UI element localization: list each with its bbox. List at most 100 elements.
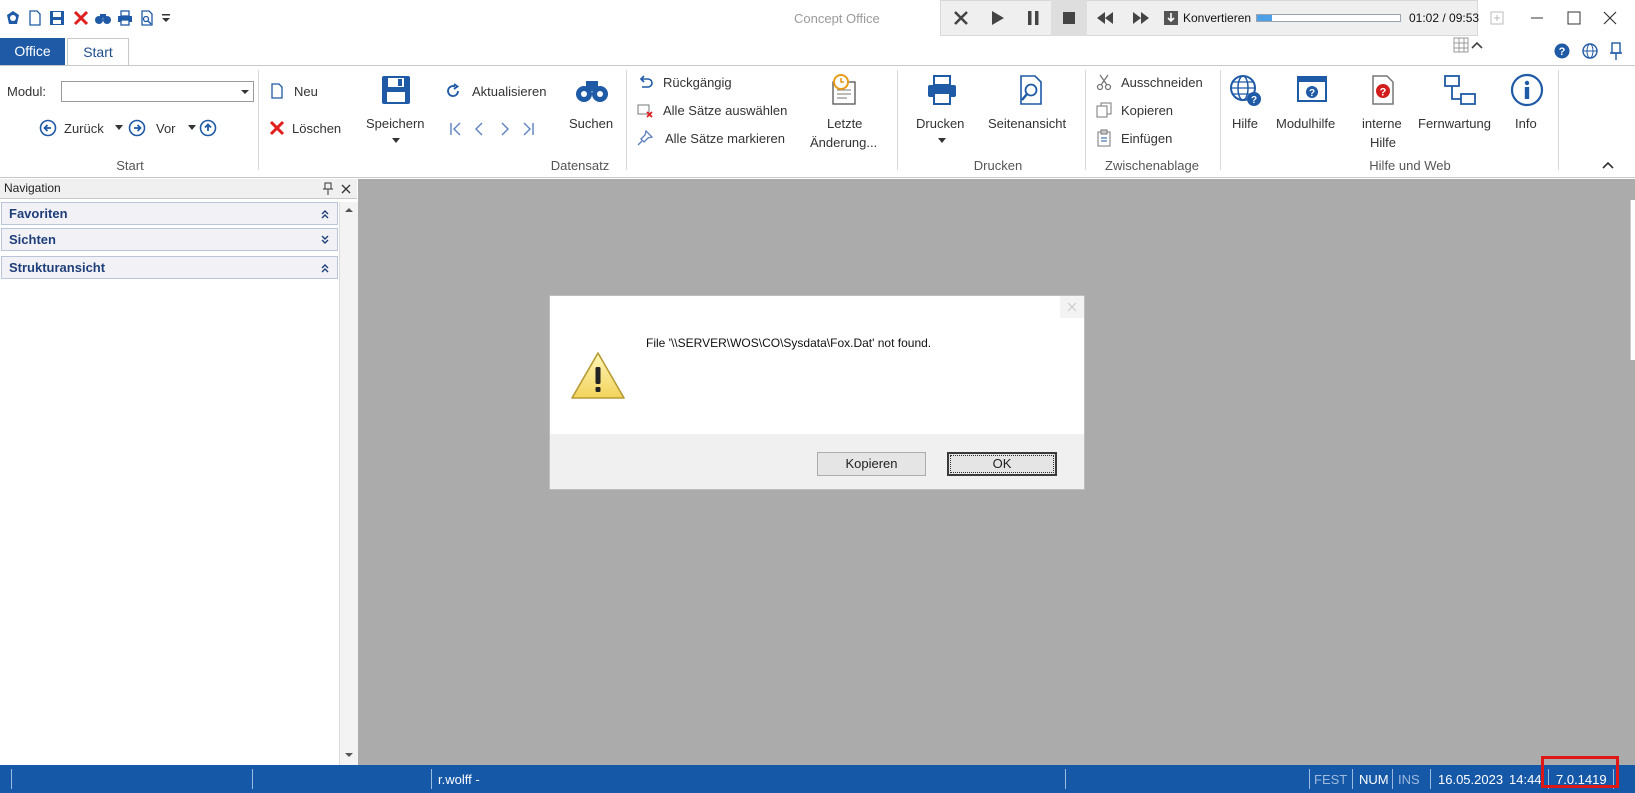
double-chevron-up-icon[interactable] bbox=[320, 208, 330, 220]
new-document-icon[interactable] bbox=[26, 9, 44, 27]
web-help-icon[interactable]: ? bbox=[1228, 73, 1262, 107]
window-close-icon[interactable] bbox=[1600, 8, 1620, 28]
last-change-icon[interactable] bbox=[827, 73, 861, 107]
scissors-icon[interactable] bbox=[1095, 73, 1113, 91]
chevron-down-icon[interactable] bbox=[240, 88, 250, 96]
page-view-button[interactable]: Seitenansicht bbox=[988, 116, 1066, 131]
double-chevron-up-icon[interactable] bbox=[320, 262, 330, 274]
forward-button[interactable]: Vor bbox=[156, 121, 176, 136]
stop-icon[interactable] bbox=[1051, 0, 1087, 36]
double-chevron-down-icon[interactable] bbox=[320, 234, 330, 246]
status-separator bbox=[1309, 769, 1310, 789]
maximize-icon[interactable] bbox=[1564, 8, 1584, 28]
copy-message-button[interactable]: Kopieren bbox=[817, 452, 926, 476]
minimize-icon[interactable] bbox=[1527, 8, 1547, 28]
remote-maintenance-button[interactable]: Fernwartung bbox=[1418, 116, 1491, 131]
printer-icon[interactable] bbox=[925, 73, 959, 107]
ribbon-collapse-icon[interactable] bbox=[1601, 160, 1615, 170]
restore-down-icon[interactable] bbox=[1490, 11, 1504, 25]
copy-icon[interactable] bbox=[1095, 101, 1113, 119]
internal-help-label-line2[interactable]: Hilfe bbox=[1370, 135, 1396, 150]
close-icon[interactable] bbox=[943, 0, 979, 36]
app-title: Concept Office bbox=[794, 11, 880, 26]
save-button[interactable]: Speichern bbox=[366, 116, 425, 131]
pin-pane-icon[interactable] bbox=[322, 182, 334, 196]
navigation-scrollbar[interactable] bbox=[339, 202, 358, 765]
refresh-button[interactable]: Aktualisieren bbox=[472, 84, 546, 99]
convert-label[interactable]: Konvertieren bbox=[1183, 11, 1251, 25]
forward-dropdown-icon[interactable] bbox=[188, 125, 196, 131]
undo-icon[interactable] bbox=[636, 73, 654, 91]
delete-button[interactable]: Löschen bbox=[292, 121, 341, 136]
nav-section-sichten[interactable]: Sichten bbox=[1, 228, 338, 251]
back-arrow-icon[interactable] bbox=[39, 119, 57, 137]
pause-icon[interactable] bbox=[1015, 0, 1051, 36]
delete-x-icon[interactable] bbox=[268, 119, 286, 137]
select-all-icon[interactable] bbox=[636, 101, 654, 119]
modul-label: Modul: bbox=[7, 84, 47, 99]
last-change-label-line1[interactable]: Letzte bbox=[827, 116, 862, 131]
new-button[interactable]: Neu bbox=[294, 84, 318, 99]
record-navigation bbox=[448, 121, 538, 137]
mark-all-records-button[interactable]: Alle Sätze markieren bbox=[665, 131, 785, 146]
mark-pin-icon[interactable] bbox=[636, 129, 654, 147]
dialog-close-icon[interactable] bbox=[1060, 296, 1084, 318]
tab-office[interactable]: Office bbox=[0, 38, 65, 65]
save-dropdown-icon[interactable] bbox=[392, 138, 400, 144]
refresh-icon[interactable] bbox=[444, 82, 462, 100]
grid-icon[interactable] bbox=[1453, 37, 1469, 53]
cut-button[interactable]: Ausschneiden bbox=[1121, 75, 1203, 90]
remote-maintenance-icon[interactable] bbox=[1443, 73, 1477, 107]
pin-icon[interactable] bbox=[1609, 41, 1623, 61]
page-preview-icon[interactable] bbox=[138, 9, 156, 27]
module-help-icon[interactable]: ? bbox=[1295, 73, 1329, 107]
select-all-records-button[interactable]: Alle Sätze auswählen bbox=[663, 103, 787, 118]
up-arrow-icon[interactable] bbox=[199, 119, 217, 137]
app-logo-icon[interactable] bbox=[4, 9, 22, 27]
scroll-up-icon[interactable] bbox=[342, 204, 356, 216]
search-button[interactable]: Suchen bbox=[569, 116, 613, 131]
nav-section-favoriten[interactable]: Favoriten bbox=[1, 202, 338, 225]
page-view-icon[interactable] bbox=[1014, 73, 1048, 107]
info-icon[interactable] bbox=[1510, 73, 1544, 107]
paste-icon[interactable] bbox=[1095, 129, 1113, 147]
modul-select[interactable] bbox=[61, 81, 254, 102]
convert-icon[interactable] bbox=[1163, 10, 1179, 26]
delete-icon[interactable] bbox=[72, 9, 90, 27]
scroll-down-icon[interactable] bbox=[342, 749, 356, 761]
undo-button[interactable]: Rückgängig bbox=[663, 75, 732, 90]
tab-start[interactable]: Start bbox=[67, 38, 129, 66]
close-pane-icon[interactable] bbox=[340, 182, 352, 196]
play-icon[interactable] bbox=[979, 0, 1015, 36]
collapse-ribbon-icon[interactable] bbox=[1469, 37, 1485, 53]
module-help-button[interactable]: Modulhilfe bbox=[1276, 116, 1335, 131]
fast-forward-icon[interactable] bbox=[1123, 0, 1159, 36]
copy-button[interactable]: Kopieren bbox=[1121, 103, 1173, 118]
back-button[interactable]: Zurück bbox=[64, 121, 104, 136]
rewind-icon[interactable] bbox=[1087, 0, 1123, 36]
quick-access-dropdown-icon[interactable] bbox=[160, 10, 172, 26]
print-button[interactable]: Drucken bbox=[916, 116, 964, 131]
print-icon[interactable] bbox=[116, 9, 134, 27]
save-floppy-icon[interactable] bbox=[379, 73, 413, 107]
search-binoculars-icon[interactable] bbox=[575, 73, 609, 107]
save-icon[interactable] bbox=[48, 9, 66, 27]
last-change-label-line2[interactable]: Änderung... bbox=[810, 135, 877, 150]
media-progress-bar[interactable] bbox=[1256, 14, 1401, 22]
internal-help-label-line1[interactable]: interne bbox=[1362, 116, 1402, 131]
help-icon[interactable]: ? bbox=[1554, 43, 1570, 59]
print-dropdown-icon[interactable] bbox=[938, 138, 946, 144]
globe-icon[interactable] bbox=[1582, 43, 1598, 59]
paste-button[interactable]: Einfügen bbox=[1121, 131, 1172, 146]
binoculars-icon[interactable] bbox=[94, 9, 112, 27]
warning-icon bbox=[569, 350, 627, 402]
back-dropdown-icon[interactable] bbox=[115, 125, 123, 131]
nav-section-strukturansicht[interactable]: Strukturansicht bbox=[1, 256, 338, 279]
new-icon[interactable] bbox=[268, 82, 286, 100]
internal-help-icon[interactable]: ? bbox=[1366, 73, 1400, 107]
forward-arrow-icon[interactable] bbox=[128, 119, 146, 137]
status-separator bbox=[1392, 769, 1393, 789]
info-button[interactable]: Info bbox=[1515, 116, 1537, 131]
help-button[interactable]: Hilfe bbox=[1232, 116, 1258, 131]
ok-button[interactable]: OK bbox=[947, 452, 1057, 476]
